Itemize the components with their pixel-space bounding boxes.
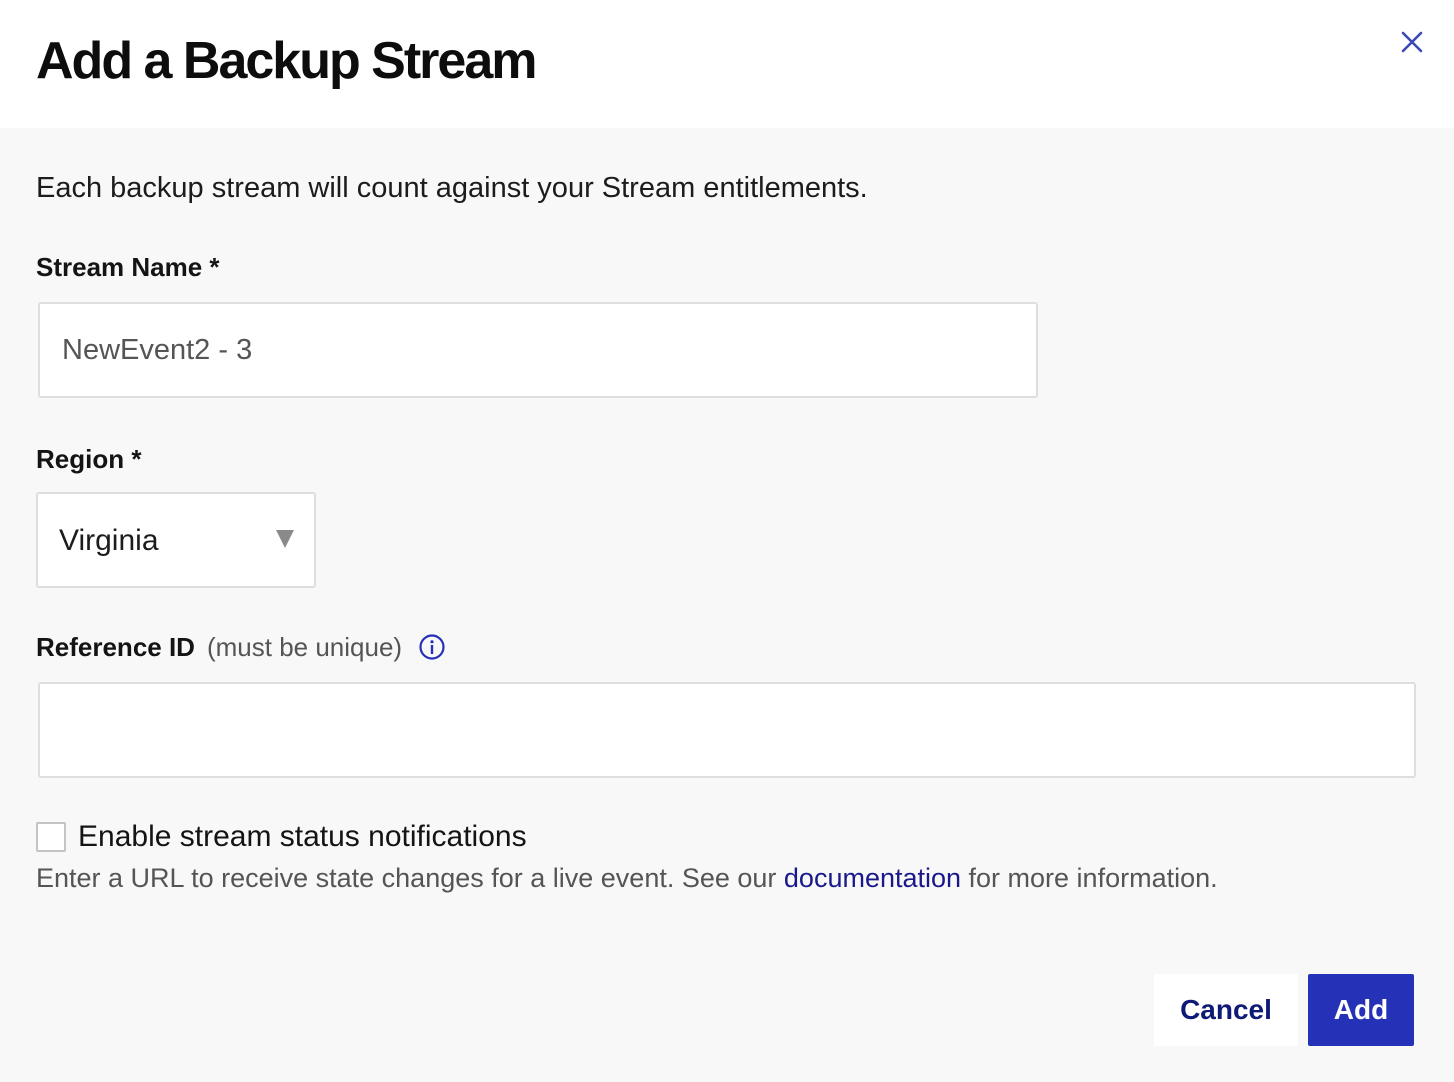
reference-id-label: Reference ID (must be unique) (36, 630, 402, 664)
info-icon-graphic (419, 634, 445, 660)
notifications-help-text: Enter a URL to receive state changes for… (36, 860, 1218, 896)
add-backup-stream-dialog: Add a Backup Stream Each backup stream w… (0, 0, 1454, 1082)
enable-notifications-checkbox[interactable] (36, 822, 66, 852)
enable-notifications-label[interactable]: Enable stream status notifications (78, 818, 527, 856)
reference-id-label-text: Reference ID (36, 632, 195, 662)
info-icon[interactable] (418, 633, 446, 661)
region-label: Region * (36, 444, 142, 474)
close-icon (1401, 31, 1423, 53)
close-button[interactable] (1396, 26, 1428, 58)
help-text-suffix: for more information. (961, 863, 1218, 893)
region-selected-value: Virginia (59, 524, 159, 557)
stream-name-label: Stream Name * (36, 252, 220, 282)
add-button[interactable]: Add (1308, 974, 1414, 1046)
documentation-link[interactable]: documentation (784, 863, 961, 893)
reference-id-input[interactable] (38, 682, 1416, 778)
dialog-header: Add a Backup Stream (0, 0, 1454, 128)
dialog-title: Add a Backup Stream (36, 32, 537, 90)
dialog-description: Each backup stream will count against yo… (36, 172, 868, 204)
stream-name-input[interactable] (38, 302, 1038, 398)
help-text-prefix: Enter a URL to receive state changes for… (36, 863, 784, 893)
reference-id-hint: (must be unique) (206, 632, 403, 662)
cancel-button[interactable]: Cancel (1154, 974, 1298, 1046)
region-select[interactable]: Virginia (36, 492, 316, 588)
dropdown-arrow-icon (276, 530, 294, 548)
